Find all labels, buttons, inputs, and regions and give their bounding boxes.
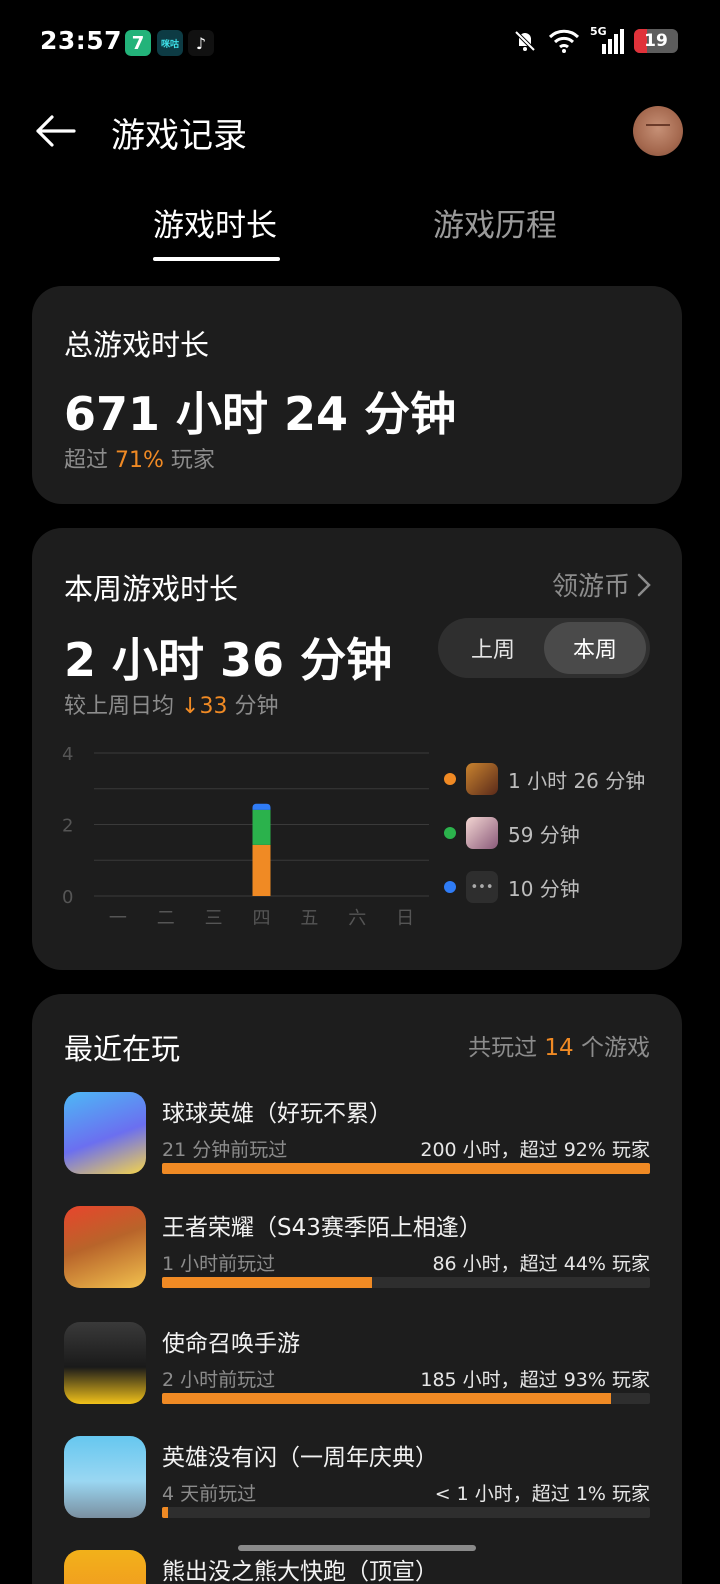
game-last-played: 21 分钟前玩过 [162,1139,288,1161]
honor-of-kings-icon [466,763,498,795]
legend-dot [444,773,456,785]
count-prefix: 共玩过 [468,1035,538,1061]
avatar[interactable] [633,106,683,156]
weekly-playtime-label: 本周游戏时长 [64,572,239,606]
game-stat: < 1 小时，超过 1% 玩家 [434,1483,650,1505]
game-progress-bar [162,1277,650,1288]
x-tick-label: 日 [396,908,414,929]
weekly-comparison: 较上周日均 ↓33 分钟 [64,688,278,720]
game-last-played: 4 天前玩过 [162,1483,257,1505]
x-tick-label: 六 [348,908,366,929]
list-item[interactable]: 球球英雄（好玩不累） 21 分钟前玩过 200 小时，超过 92% 玩家 [64,1092,650,1182]
chart-legend: 1 小时 26 分钟 59 分钟 ••• 10 分钟 [444,752,645,914]
y-tick-label: 2 [62,816,73,837]
y-tick-label: 0 [62,887,73,908]
bar-segment [252,809,271,845]
legend-text: 10 分钟 [508,876,580,901]
x-tick-label: 四 [253,908,271,929]
chevron-right-icon [637,573,651,596]
battery-level: 19 [644,31,668,51]
percentile-suffix: 玩家 [170,448,215,473]
weekly-bar-chart: 0 2 4 一 二 三 四 五 六 日 [62,744,429,929]
back-arrow-icon[interactable] [32,108,78,154]
week-toggle: 上周 本周 [438,618,650,678]
game-progress-bar [162,1163,650,1174]
hero-no-flash-icon [64,1436,146,1518]
recent-games-title: 最近在玩 [64,1032,181,1066]
last-week-button[interactable]: 上周 [442,622,544,674]
legend-item: 1 小时 26 分钟 [444,752,645,806]
migu-app-icon: 咪咕 [157,30,183,56]
x-tick-label: 一 [109,908,127,929]
this-week-button[interactable]: 本周 [544,622,646,674]
legend-item: 59 分钟 [444,806,645,860]
percentile-prefix: 超过 [64,448,109,473]
tab-play-history[interactable]: 游戏历程 [433,200,557,245]
game-name: 球球英雄（好玩不累） [162,1101,392,1127]
legend-item: ••• 10 分钟 [444,860,645,914]
app-notification-icon: 7 [125,30,151,56]
total-percentile: 超过 71% 玩家 [64,442,215,474]
call-of-duty-icon [64,1322,146,1404]
game-progress-bar [162,1507,650,1518]
list-item[interactable]: 熊出没之熊大快跑（顶宣） [64,1550,650,1584]
honor-of-kings-icon [64,1206,146,1288]
total-playtime-card: 总游戏时长 671 小时 24 分钟 超过 71% 玩家 [32,286,682,504]
bar-segment [252,803,271,810]
legend-dot [444,881,456,893]
game-name: 英雄没有闪（一周年庆典） [162,1445,438,1471]
x-tick-label: 三 [205,908,223,929]
more-icon: ••• [466,871,498,903]
weekly-playtime-value: 2 小时 36 分钟 [64,633,393,687]
count-suffix: 个游戏 [581,1035,650,1061]
recent-games-card: 最近在玩 共玩过 14 个游戏 球球英雄（好玩不累） 21 分钟前玩过 200 … [32,994,682,1584]
game-stat: 86 小时，超过 44% 玩家 [432,1253,650,1275]
legend-text: 59 分钟 [508,822,580,847]
active-tab-indicator [153,257,280,261]
tiktok-icon: ♪ [188,30,214,56]
wifi-icon [548,29,580,53]
y-tick-label: 4 [62,744,73,765]
game-progress-bar [162,1393,650,1404]
battery-icon: 19 [634,29,678,53]
total-playtime-value: 671 小时 24 分钟 [64,387,457,441]
tab-play-time[interactable]: 游戏时长 [153,200,277,245]
boonie-bears-icon [64,1550,146,1584]
games-played-count: 共玩过 14 个游戏 [468,1028,650,1062]
percentile-value: 71% [115,448,164,473]
game-stat: 185 小时，超过 93% 玩家 [420,1369,650,1391]
list-item[interactable]: 王者荣耀（S43赛季陌上相逢） 1 小时前玩过 86 小时，超过 44% 玩家 [64,1206,650,1296]
game-name: 熊出没之熊大快跑（顶宣） [162,1559,438,1584]
home-indicator[interactable] [238,1545,476,1551]
game-last-played: 2 小时前玩过 [162,1369,276,1391]
list-item[interactable]: 英雄没有闪（一周年庆典） 4 天前玩过 < 1 小时，超过 1% 玩家 [64,1436,650,1526]
comparison-delta: ↓33 [181,694,228,719]
signal-icon: 5G [590,25,624,54]
weekly-playtime-card: 本周游戏时长 领游币 2 小时 36 分钟 较上周日均 ↓33 分钟 上周 本周… [32,528,682,970]
count-value: 14 [544,1035,574,1061]
bar-segment [252,844,271,896]
game-stat: 200 小时，超过 92% 玩家 [420,1139,650,1161]
total-playtime-label: 总游戏时长 [64,328,210,362]
page-title: 游戏记录 [111,116,247,156]
x-tick-label: 五 [300,908,318,929]
claim-coins-label: 领游币 [551,572,630,602]
comparison-prefix: 较上周日均 [64,694,175,719]
claim-coins-link[interactable]: 领游币 [552,566,652,603]
mute-bell-icon [514,30,536,52]
comparison-suffix: 分钟 [234,694,279,719]
x-tick-label: 二 [157,908,175,929]
list-item[interactable]: 使命召唤手游 2 小时前玩过 185 小时，超过 93% 玩家 [64,1322,650,1412]
status-bar: 23:57 7 咪咕 ♪ 5G 19 [0,0,720,86]
status-time: 23:57 [40,26,123,55]
game-name: 王者荣耀（S43赛季陌上相逢） [162,1215,482,1241]
legend-dot [444,827,456,839]
ball-heroes-icon [64,1092,146,1174]
legend-text: 1 小时 26 分钟 [508,768,646,793]
game-last-played: 1 小时前玩过 [162,1253,276,1275]
game-icon [466,817,498,849]
game-name: 使命召唤手游 [162,1331,300,1357]
